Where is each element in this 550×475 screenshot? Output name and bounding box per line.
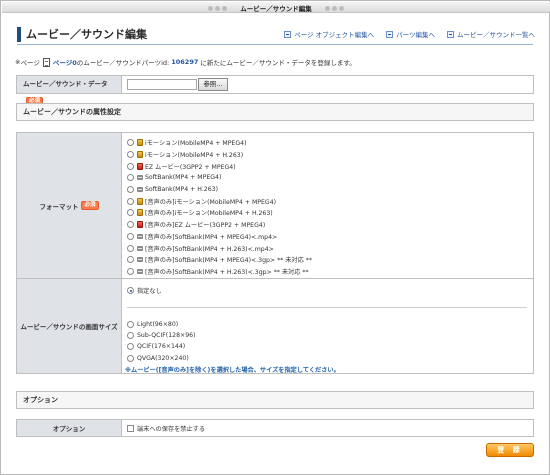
format-option[interactable]: iモーション(MobileMP4 + H.263): [127, 149, 312, 161]
size-default-option: 指定なし: [127, 285, 162, 296]
format-option[interactable]: [音声のみ]iモーション(MobileMP4 + H.263): [127, 207, 312, 219]
checkbox-label: 端末への保存を禁止する: [137, 426, 206, 433]
prevent-save-option[interactable]: 端末への保存を禁止する: [127, 424, 205, 433]
titlebar-dots-right: [324, 5, 345, 13]
size-option[interactable]: QCIF(176×144): [127, 341, 196, 352]
format-option[interactable]: [音声のみ]SoftBank(MP4 + MPEG4)<.mp4>: [127, 231, 312, 243]
registration-notice: ※ ページ ページ0 のムービー／サウンドパーツid: 106297 に新たにム…: [15, 57, 356, 67]
prevent-save-checkbox[interactable]: [127, 425, 134, 432]
format-option[interactable]: [音声のみ]SoftBank(MP4 + H.263)<.3gp> ** 未対応…: [127, 266, 312, 278]
size-option[interactable]: QVGA(320×240): [127, 353, 196, 364]
register-button[interactable]: 登 録: [486, 443, 534, 457]
format-option[interactable]: [音声のみ]iモーション(MobileMP4 + MPEG4): [127, 195, 312, 207]
page-link-icon: [386, 30, 394, 38]
browse-button[interactable]: 参照...: [198, 78, 228, 91]
format-option[interactable]: EZ ムービー(3GPP2 + MPEG4): [127, 160, 312, 172]
link-movie-sound-list[interactable]: ムービー／サウンド一覧へ: [447, 29, 535, 39]
softbank-icon: [137, 233, 143, 239]
radio-button[interactable]: [127, 267, 134, 275]
radio-button[interactable]: [127, 139, 134, 147]
au-icon: [137, 162, 143, 170]
option-label: オプション: [17, 420, 122, 436]
screen-size-label: ムービー／サウンドの画面サイズ: [17, 279, 122, 373]
radio-button[interactable]: [127, 244, 134, 252]
radio-button[interactable]: [127, 332, 134, 340]
size-option[interactable]: Sub-QCIF(128×96): [127, 330, 196, 341]
radio-button[interactable]: [127, 162, 134, 170]
docomo-icon: [137, 139, 143, 147]
top-links: ページ オブジェクト編集へ パーツ編集へ ムービー／サウンド一覧へ: [284, 29, 535, 39]
softbank-icon: [137, 245, 143, 251]
radio-button[interactable]: [127, 186, 134, 194]
docomo-icon: [137, 197, 143, 205]
radio-button[interactable]: [127, 354, 134, 362]
link-label: パーツ編集へ: [396, 31, 435, 39]
docomo-icon: [137, 209, 143, 217]
window-title: ムービー／サウンド編集: [240, 5, 312, 13]
softbank-icon: [137, 187, 143, 193]
radio-button[interactable]: [127, 209, 134, 217]
page-title: ムービー／サウンド編集: [17, 27, 147, 42]
format-option[interactable]: [音声のみ]SoftBank(MP4 + MPEG4)<.3gp> ** 未対応…: [127, 254, 312, 266]
radio-button[interactable]: [127, 256, 134, 264]
format-option[interactable]: iモーション(MobileMP4 + MPEG4): [127, 137, 312, 149]
required-badge: 必須: [81, 201, 99, 210]
radio-button[interactable]: [127, 232, 134, 240]
format-option[interactable]: [音声のみ]SoftBank(MP4 + H.263)<.mp4>: [127, 242, 312, 254]
page-link-icon: [447, 30, 454, 38]
radio-button[interactable]: [127, 151, 134, 159]
size-note: ※ムービー([音声のみ]を除く)を選択した場合、サイズを指定してください。: [125, 367, 340, 374]
radio-button[interactable]: [127, 343, 134, 351]
link-page-object-edit[interactable]: ページ オブジェクト編集へ: [284, 29, 374, 39]
window-titlebar: ムービー／サウンド編集: [2, 2, 550, 13]
format-option[interactable]: SoftBank(MP4 + MPEG4): [127, 172, 312, 184]
radio-button[interactable]: [127, 287, 134, 294]
link-label: ページ オブジェクト編集へ: [294, 31, 375, 39]
radio-button[interactable]: [127, 197, 134, 205]
docomo-icon: [137, 151, 143, 159]
softbank-icon: [137, 257, 143, 263]
notice-middle: のムービー／サウンドパーツid:: [76, 59, 170, 67]
format-option[interactable]: [音声のみ]EZ ムービー(3GPP2 + MPEG4): [127, 219, 312, 231]
file-upload-row: ムービー／サウンド・データ必須 参照...: [16, 75, 534, 106]
file-label: ムービー／サウンド・データ必須: [17, 76, 122, 106]
radio-button[interactable]: [127, 321, 134, 329]
radio-button[interactable]: [127, 221, 134, 229]
title-divider: [17, 44, 533, 45]
document-icon: [42, 57, 50, 67]
parts-id: 106297: [171, 58, 199, 66]
notice-prefix: ページ: [20, 59, 40, 67]
size-divider: [127, 307, 527, 308]
window-frame: ムービー／サウンド編集 ムービー／サウンド編集 ページ オブジェクト編集へ パー…: [0, 0, 550, 475]
page-link[interactable]: ページ0: [53, 57, 77, 67]
radio-button[interactable]: [127, 174, 134, 182]
option-section-header: オプション: [16, 391, 534, 409]
attr-section-header: ムービー／サウンドの属性設定: [16, 103, 534, 121]
softbank-icon: [137, 268, 143, 274]
page-link-icon: [284, 30, 292, 38]
titlebar-dots-left: [207, 5, 228, 13]
notice-suffix: に新たにムービー／サウンド・データを登録します。: [200, 59, 356, 67]
format-options: iモーション(MobileMP4 + MPEG4) iモーション(MobileM…: [127, 137, 312, 277]
size-option[interactable]: Light(96×80): [127, 319, 196, 330]
link-parts-edit[interactable]: パーツ編集へ: [386, 29, 435, 39]
softbank-icon: [137, 175, 143, 181]
option-table: オプション 端末への保存を禁止する: [16, 419, 534, 437]
size-option-none[interactable]: 指定なし: [127, 285, 162, 296]
link-label: ムービー／サウンド一覧へ: [457, 31, 535, 39]
size-options: Light(96×80) Sub-QCIF(128×96) QCIF(176×1…: [127, 319, 196, 364]
attribute-table: フォーマット 必須 ムービー／サウンドの画面サイズ iモーション(MobileMP…: [16, 132, 534, 374]
au-icon: [137, 221, 143, 229]
format-option[interactable]: SoftBank(MP4 + H.263): [127, 184, 312, 196]
file-path-input[interactable]: [127, 79, 197, 90]
format-label: フォーマット 必須: [17, 133, 122, 278]
